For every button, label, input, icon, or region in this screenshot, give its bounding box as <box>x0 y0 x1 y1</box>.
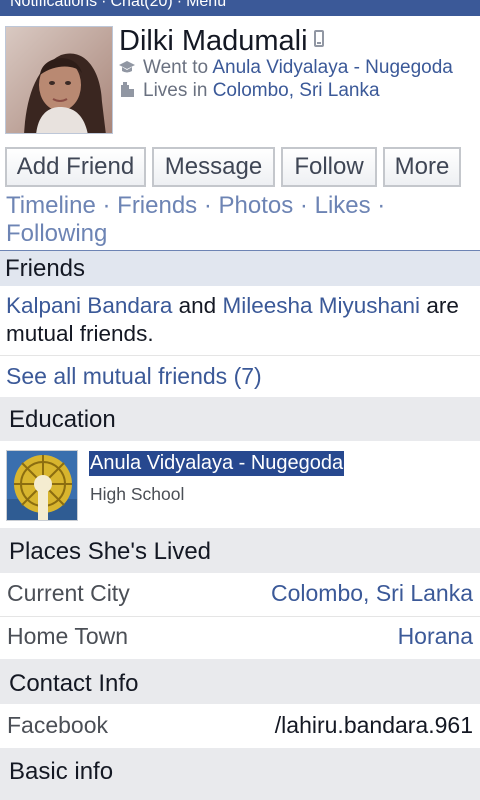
notifications-link[interactable]: Notifications <box>10 0 97 10</box>
current-city-link[interactable]: Colombo, Sri Lanka <box>271 580 473 607</box>
more-button[interactable]: More <box>383 147 461 187</box>
nav-separator: · <box>176 0 183 10</box>
basic-info-header-title: Basic info <box>9 758 114 785</box>
went-to-prefix: Went to <box>143 57 209 78</box>
tab-likes[interactable]: Likes <box>315 192 371 219</box>
contact-section-header: Contact Info <box>0 659 480 704</box>
top-navigation-bar: Notifications · Chat(20) · Menu <box>0 0 480 16</box>
education-header-title: Education <box>9 406 116 433</box>
mobile-phone-icon <box>313 30 324 47</box>
school-name-link[interactable]: Anula Vidyalaya - Nugegoda <box>89 451 345 476</box>
menu-link[interactable]: Menu <box>186 0 226 10</box>
tab-friends[interactable]: Friends <box>117 192 197 219</box>
tab-photos[interactable]: Photos <box>219 192 294 219</box>
profile-actions: Add Friend Message Follow More <box>0 147 480 187</box>
mutual-friends-text: Kalpani Bandara and Mileesha Miyushani a… <box>6 292 476 348</box>
basic-info-section-header: Basic info <box>0 748 480 800</box>
tab-separator: · <box>203 192 212 219</box>
tab-timeline[interactable]: Timeline <box>6 192 96 219</box>
and-word: and <box>178 293 217 318</box>
places-header-title: Places She's Lived <box>9 538 212 565</box>
places-section-header: Places She's Lived <box>0 528 480 573</box>
profile-tabs: Timeline · Friends · Photos · Likes · Fo… <box>6 192 476 248</box>
avatar[interactable] <box>5 26 113 134</box>
tab-following[interactable]: Following <box>6 220 107 247</box>
lives-in-city-link[interactable]: Colombo, Sri Lanka <box>213 80 380 101</box>
residence-summary: Lives in Colombo, Sri Lanka <box>119 79 380 103</box>
education-section-header: Education <box>0 397 480 441</box>
graduation-cap-icon <box>119 57 135 73</box>
mutual-friend-link[interactable]: Mileesha Miyushani <box>222 293 420 318</box>
friends-header-title: Friends <box>5 255 86 282</box>
tab-separator: · <box>102 192 111 219</box>
divider <box>0 355 480 356</box>
nav-separator: · <box>101 0 107 10</box>
facebook-username: /lahiru.bandara.961 <box>274 712 473 738</box>
profile-header: Dilki Madumali Went to Anula Vidyalaya -… <box>0 16 480 142</box>
tab-separator: · <box>299 192 308 219</box>
education-summary: Went to Anula Vidyalaya - Nugegoda <box>119 56 453 80</box>
home-town-label: Home Town <box>7 623 129 649</box>
see-all-mutual-friends-link[interactable]: See all mutual friends (7) <box>6 362 262 390</box>
lives-in-prefix: Lives in <box>143 80 208 101</box>
home-town-link[interactable]: Horana <box>398 623 473 650</box>
school-type: High School <box>90 484 185 504</box>
friends-section-header: Friends <box>0 250 480 286</box>
tab-separator: · <box>377 192 386 219</box>
chat-link[interactable]: Chat(20) <box>110 0 172 10</box>
facebook-label: Facebook <box>7 712 109 738</box>
school-logo[interactable] <box>6 450 78 521</box>
add-friend-button[interactable]: Add Friend <box>5 147 146 187</box>
contact-header-title: Contact Info <box>9 670 139 697</box>
current-city-label: Current City <box>7 580 130 606</box>
follow-button[interactable]: Follow <box>281 147 377 187</box>
went-to-school-link[interactable]: Anula Vidyalaya - Nugegoda <box>212 57 453 78</box>
building-icon <box>119 80 135 97</box>
mutual-friend-link[interactable]: Kalpani Bandara <box>6 293 172 318</box>
profile-name-text: Dilki Madumali <box>119 25 308 57</box>
message-button[interactable]: Message <box>152 147 275 187</box>
divider <box>0 616 480 617</box>
profile-name: Dilki Madumali <box>119 24 324 58</box>
